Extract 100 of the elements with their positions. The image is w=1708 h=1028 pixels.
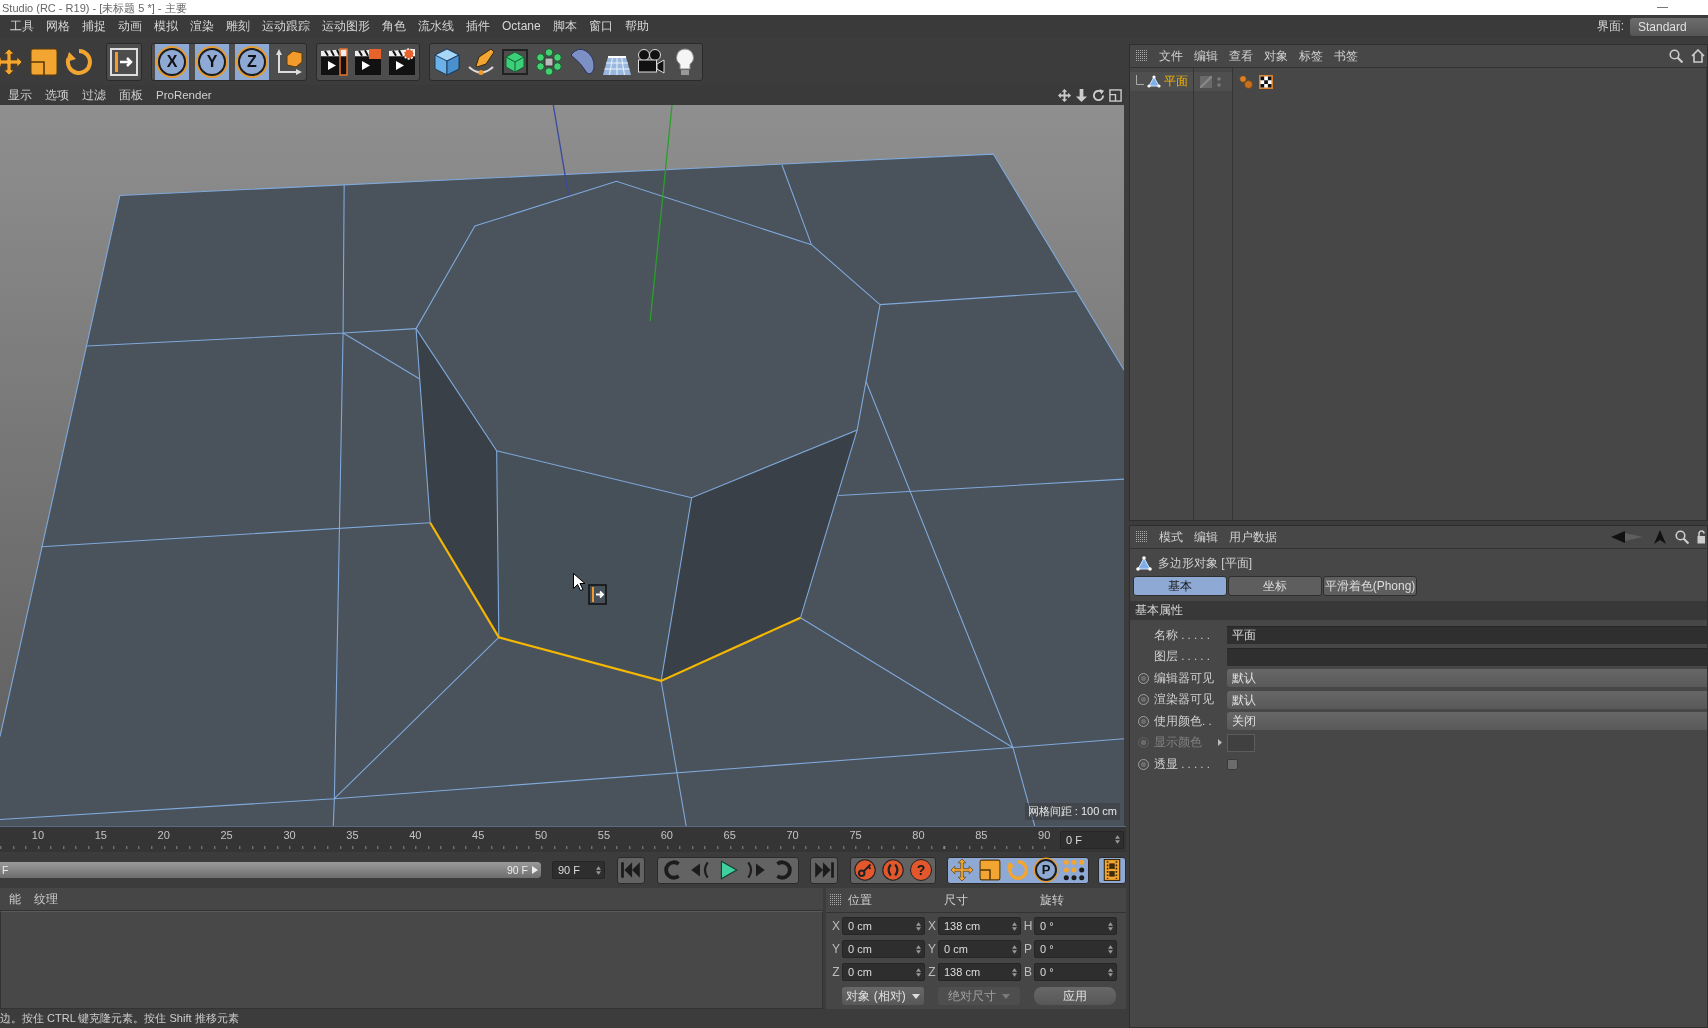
clapperboard-icon[interactable] bbox=[354, 47, 382, 76]
spin-arrows-icon[interactable] bbox=[1012, 921, 1017, 931]
spin-arrows-icon[interactable] bbox=[1012, 944, 1017, 954]
grip-icon[interactable] bbox=[1136, 50, 1148, 62]
scale-icon[interactable] bbox=[30, 47, 58, 76]
parameter-key-button[interactable]: P bbox=[1035, 859, 1057, 881]
menu-item[interactable]: 工具 bbox=[10, 19, 34, 34]
menu-item[interactable]: 面板 bbox=[119, 88, 143, 102]
menu-item[interactable]: 查看 bbox=[1229, 47, 1253, 65]
expand-arrow-icon[interactable] bbox=[1218, 739, 1222, 746]
menu-item[interactable]: 能 bbox=[9, 890, 21, 908]
dot-grid-icon[interactable] bbox=[1063, 859, 1085, 881]
cube-icon[interactable] bbox=[433, 47, 461, 76]
menu-item[interactable]: 模拟 bbox=[154, 19, 178, 34]
menu-item[interactable]: 角色 bbox=[382, 19, 406, 34]
arc-right-icon[interactable] bbox=[773, 859, 795, 881]
bracket-disc-icon[interactable] bbox=[882, 859, 904, 881]
menu-item[interactable]: 选项 bbox=[45, 88, 69, 102]
menu-item[interactable]: 捕捉 bbox=[82, 19, 106, 34]
menu-item[interactable]: 插件 bbox=[466, 19, 490, 34]
menu-item[interactable]: 网格 bbox=[46, 19, 70, 34]
clapperboard-gear-icon[interactable] bbox=[388, 47, 416, 76]
coordinate-field[interactable]: 138 cm bbox=[938, 963, 1021, 981]
spin-arrows-icon[interactable] bbox=[1108, 944, 1113, 954]
axis-lock-button[interactable]: Y bbox=[195, 43, 229, 80]
coordinate-field[interactable]: 0 cm bbox=[842, 940, 925, 958]
spin-arrows-icon[interactable] bbox=[1108, 921, 1113, 931]
menu-item[interactable]: 雕刻 bbox=[226, 19, 250, 34]
menu-item[interactable]: 帮助 bbox=[624, 19, 649, 34]
menu-item[interactable]: 流水线 bbox=[418, 19, 454, 34]
move-view-icon[interactable] bbox=[1058, 88, 1071, 102]
grip-icon[interactable] bbox=[1136, 531, 1148, 543]
layout-dropdown[interactable]: Standard bbox=[1630, 17, 1708, 36]
mode-dropdown[interactable]: 对象 (相对) bbox=[842, 987, 924, 1005]
dropdown-field[interactable]: 默认 bbox=[1227, 669, 1707, 687]
grip-icon[interactable] bbox=[830, 894, 842, 906]
spin-arrows-icon[interactable] bbox=[1012, 967, 1017, 977]
axis-lock-button[interactable]: X bbox=[155, 43, 189, 80]
menu-item[interactable]: 窗口 bbox=[588, 19, 613, 34]
tab[interactable]: 基本 bbox=[1133, 576, 1227, 596]
help-button[interactable]: ? bbox=[910, 859, 932, 881]
tab[interactable]: 坐标 bbox=[1228, 576, 1322, 596]
coordinate-field[interactable]: 0 cm bbox=[938, 940, 1021, 958]
menu-item[interactable]: 标签 bbox=[1299, 47, 1323, 65]
checkbox[interactable] bbox=[1227, 758, 1238, 770]
coordinate-field[interactable]: 0 cm bbox=[842, 917, 925, 935]
search-icon[interactable] bbox=[1669, 49, 1683, 63]
coordinate-field[interactable]: 0 ° bbox=[1034, 963, 1117, 981]
menu-item[interactable]: 用户数据 bbox=[1229, 528, 1277, 546]
menu-item[interactable]: 书签 bbox=[1334, 47, 1358, 65]
spin-arrows-icon[interactable] bbox=[1115, 835, 1120, 844]
keyframe-radio[interactable] bbox=[1137, 715, 1149, 727]
layout-icon[interactable] bbox=[1109, 88, 1122, 102]
bent-shape-icon[interactable] bbox=[569, 47, 597, 76]
menu-item[interactable]: 显示 bbox=[8, 88, 32, 102]
color-swatch-field[interactable] bbox=[1227, 733, 1255, 752]
step-back-icon[interactable] bbox=[689, 859, 711, 881]
coordinate-field[interactable]: 0 ° bbox=[1034, 917, 1117, 935]
search-icon[interactable] bbox=[1675, 530, 1689, 544]
menu-item[interactable]: 过滤 bbox=[82, 88, 106, 102]
move-icon[interactable] bbox=[951, 859, 973, 881]
arrow-down-icon[interactable] bbox=[1075, 88, 1088, 102]
menu-item[interactable]: 脚本 bbox=[552, 19, 577, 34]
visibility-dots-icon[interactable] bbox=[1217, 76, 1221, 87]
triangle-handle-icon[interactable] bbox=[532, 866, 538, 874]
menu-item[interactable]: 模式 bbox=[1159, 528, 1183, 546]
checker-tag-icon[interactable] bbox=[1259, 74, 1273, 89]
coordinate-field[interactable]: 138 cm bbox=[938, 917, 1021, 935]
menu-item[interactable]: 文件 bbox=[1159, 47, 1183, 65]
spin-arrows-icon[interactable] bbox=[1108, 967, 1113, 977]
lock-icon[interactable] bbox=[1697, 530, 1705, 544]
menu-item[interactable]: 渲染 bbox=[190, 19, 214, 34]
layer-swatch-icon[interactable] bbox=[1200, 75, 1212, 88]
menu-item[interactable]: 编辑 bbox=[1194, 47, 1218, 65]
spin-arrows-icon[interactable] bbox=[916, 944, 921, 954]
coordinate-field[interactable]: 0 ° bbox=[1034, 940, 1117, 958]
rotate-view-icon[interactable] bbox=[1092, 88, 1105, 102]
key-disc-icon[interactable] bbox=[854, 859, 876, 881]
menu-item[interactable]: 运动跟踪 bbox=[262, 19, 310, 34]
apply-button[interactable]: 应用 bbox=[1034, 987, 1116, 1005]
timeline-ruler[interactable]: 10 15 20 25 30 35 40 45 50 55 60 65 70 75 80 85 90 0 F bbox=[0, 826, 1126, 852]
tab[interactable]: 平滑着色(Phong) bbox=[1323, 576, 1417, 596]
scale-icon[interactable] bbox=[979, 859, 1001, 881]
axis-lock-button[interactable]: Z bbox=[235, 43, 269, 80]
text-field[interactable]: 平面 bbox=[1227, 626, 1707, 644]
current-frame-field[interactable]: 0 F bbox=[1060, 830, 1124, 849]
spin-arrows-icon[interactable] bbox=[916, 921, 921, 931]
arc-left-icon[interactable] bbox=[661, 859, 683, 881]
menu-item[interactable]: ProRender bbox=[156, 88, 212, 102]
step-forward-icon[interactable] bbox=[745, 859, 767, 881]
menu-item[interactable]: 编辑 bbox=[1194, 528, 1218, 546]
text-field[interactable] bbox=[1227, 647, 1707, 666]
keyframe-radio[interactable] bbox=[1137, 672, 1149, 684]
axes-cube-icon[interactable] bbox=[275, 47, 303, 76]
spheres-tag-icon[interactable] bbox=[1239, 74, 1253, 89]
menu-item[interactable]: 纹理 bbox=[34, 890, 58, 908]
home-icon[interactable] bbox=[1691, 49, 1705, 63]
menu-item[interactable]: 对象 bbox=[1264, 47, 1288, 65]
hexagon-cluster-icon[interactable] bbox=[535, 47, 563, 76]
spin-arrows-icon[interactable] bbox=[916, 967, 921, 977]
